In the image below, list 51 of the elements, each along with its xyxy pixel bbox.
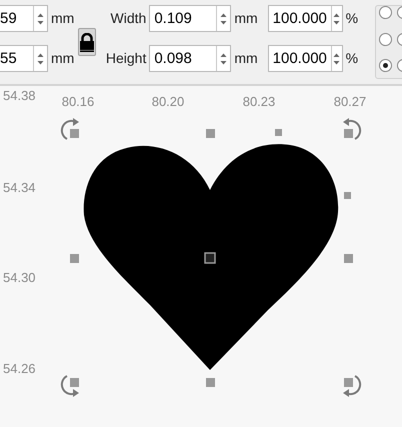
unit-label: mm: [51, 9, 74, 28]
field-label: Height: [104, 49, 146, 68]
spinner-arrows-icon: [333, 52, 340, 66]
resize-handle[interactable]: [70, 254, 79, 263]
resize-handle[interactable]: [344, 192, 351, 199]
ruler-label: 80.23: [242, 93, 276, 111]
unit-label: %: [346, 9, 358, 28]
unit-label: mm: [234, 9, 258, 28]
resize-handle[interactable]: [206, 129, 215, 138]
number-field[interactable]: 100.000: [268, 45, 343, 72]
rotate-handle-icon[interactable]: [60, 375, 79, 397]
spinner-arrows-icon: [220, 52, 228, 66]
resize-handle[interactable]: [275, 129, 282, 136]
radio-button[interactable]: [379, 32, 392, 46]
ruler-label: 54.38: [3, 87, 36, 105]
radio-button[interactable]: [379, 59, 392, 72]
rotate-handle-icon[interactable]: [60, 118, 79, 140]
spinner-arrows-icon: [37, 52, 44, 66]
rotate-handle-icon[interactable]: [343, 118, 362, 140]
spinner-arrows-icon: [220, 12, 228, 26]
field-label: Width: [110, 9, 146, 28]
number-field[interactable]: 100.000: [268, 5, 343, 32]
number-field[interactable]: 0.098: [149, 45, 232, 72]
center-handle[interactable]: [204, 252, 216, 264]
resize-handle[interactable]: [70, 129, 79, 138]
ruler-label: 80.16: [62, 93, 94, 111]
spinner-button[interactable]: [330, 46, 342, 71]
lock-button[interactable]: [78, 28, 96, 56]
number-field[interactable]: 59: [0, 5, 48, 32]
number-field[interactable]: 0.109: [149, 5, 232, 32]
spinner-arrows-icon: [37, 12, 44, 26]
number-field[interactable]: 55: [0, 45, 48, 72]
radio-button[interactable]: [379, 6, 392, 19]
padlock-icon: [79, 32, 96, 52]
ruler-label: 80.20: [152, 93, 184, 111]
resize-handle[interactable]: [206, 378, 215, 387]
resize-handle[interactable]: [344, 378, 353, 387]
resize-handle[interactable]: [344, 129, 353, 138]
heart-shape[interactable]: [84, 144, 338, 370]
unit-label: mm: [51, 49, 74, 68]
ruler-label: 54.34: [3, 179, 36, 197]
resize-handle[interactable]: [344, 254, 353, 263]
ruler-label: 80.27: [334, 93, 366, 111]
ruler-label: 54.26: [3, 360, 36, 378]
ruler-label: 54.30: [3, 269, 36, 287]
spinner-button[interactable]: [330, 6, 342, 31]
rotate-handle-icon[interactable]: [343, 375, 362, 397]
resize-handle[interactable]: [70, 378, 79, 387]
spinner-arrows-icon: [333, 12, 340, 26]
unit-label: %: [346, 49, 358, 68]
unit-label: mm: [234, 49, 258, 68]
